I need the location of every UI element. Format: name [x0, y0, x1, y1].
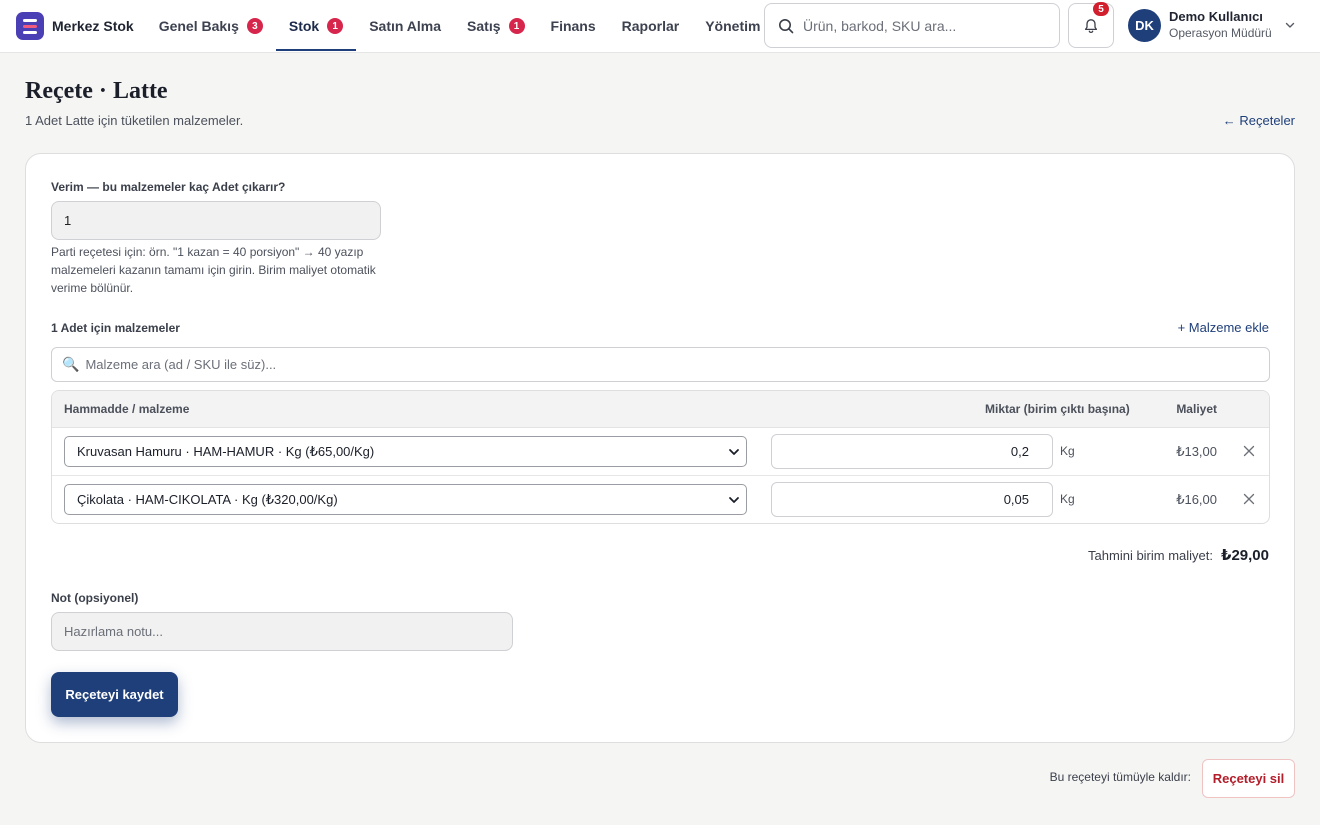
chevron-down-icon — [1285, 22, 1294, 28]
nav-label: Genel Bakış — [158, 18, 239, 34]
save-recipe-button[interactable]: Reçeteyi kaydet — [51, 672, 178, 717]
material-select-value: Kruvasan Hamuru · HAM-HAMUR · Kg (₺65,00… — [77, 443, 375, 459]
close-icon — [1243, 445, 1255, 457]
nav-label: Stok — [288, 18, 320, 34]
search-icon — [779, 18, 794, 33]
table-row: Çikolata · HAM-CIKOLATA · Kg (₺320,00/Kg… — [52, 476, 1269, 523]
remove-row-button[interactable] — [1239, 441, 1259, 461]
ingredients-label: 1 Adet için malzemeler — [51, 321, 180, 335]
chevron-down-icon — [729, 449, 739, 455]
nav-item-raporlar[interactable]: Raporlar — [609, 0, 693, 53]
app-logo-icon — [16, 12, 44, 40]
material-select[interactable]: Çikolata · HAM-CIKOLATA · Kg (₺320,00/Kg… — [64, 484, 747, 515]
nav-item-stok[interactable]: Stok 1 — [275, 0, 357, 53]
user-menu[interactable]: DK Demo Kullanıcı Operasyon Müdürü — [1128, 8, 1296, 42]
nav-badge: 3 — [246, 18, 263, 34]
material-select-value: Çikolata · HAM-CIKOLATA · Kg (₺320,00/Kg… — [77, 491, 338, 507]
close-icon — [1243, 493, 1255, 505]
yield-input[interactable] — [51, 201, 381, 240]
search-input[interactable] — [803, 17, 1043, 34]
column-header-material: Hammadde / malzeme — [64, 402, 190, 416]
user-role: Operasyon Müdürü — [1169, 26, 1272, 40]
note-input[interactable] — [51, 612, 513, 651]
table-row: Kruvasan Hamuru · HAM-HAMUR · Kg (₺65,00… — [52, 428, 1269, 476]
quantity-input[interactable] — [771, 482, 1053, 517]
total-value: ₺29,00 — [1221, 547, 1269, 564]
nav-label: Yönetim — [705, 18, 761, 34]
nav-label: Satın Alma — [369, 18, 442, 34]
page-title: Reçete · Latte — [25, 78, 168, 104]
unit-label: Kg — [1060, 492, 1075, 506]
delete-recipe-button[interactable]: Reçeteyi sil — [1202, 759, 1295, 798]
app-name: Merkez Stok — [52, 18, 134, 34]
yield-label: Verim — bu malzemeler kaç Adet çıkarır? — [51, 180, 286, 194]
ingredients-table: Hammadde / malzeme Miktar (birim çıktı b… — [51, 390, 1270, 524]
nav-badge: 1 — [327, 18, 344, 34]
line-cost: ₺13,00 — [1176, 444, 1217, 459]
delete-hint: Bu reçeteyi tümüyle kaldır: — [1049, 770, 1191, 784]
add-ingredient-link[interactable]: + Malzeme ekle — [1178, 320, 1269, 335]
page-subtitle: 1 Adet Latte için tüketilen malzemeler. — [25, 113, 244, 128]
quantity-input[interactable] — [771, 434, 1053, 469]
column-header-cost: Maliyet — [1176, 402, 1217, 416]
avatar: DK — [1128, 8, 1161, 42]
nav-label: Finans — [550, 18, 596, 34]
material-select[interactable]: Kruvasan Hamuru · HAM-HAMUR · Kg (₺65,00… — [64, 436, 747, 467]
column-header-quantity: Miktar (birim çıktı başına) — [985, 402, 1130, 416]
nav-item-satis[interactable]: Satış 1 — [454, 0, 537, 53]
user-name: Demo Kullanıcı — [1169, 9, 1263, 24]
nav-label: Satış — [467, 18, 501, 34]
nav-item-finans[interactable]: Finans — [538, 0, 609, 53]
note-label: Not (opsiyonel) — [51, 591, 139, 605]
bell-icon — [1084, 18, 1098, 33]
unit-label: Kg — [1060, 444, 1075, 458]
nav-item-genel-bakis[interactable]: Genel Bakış 3 — [146, 0, 276, 53]
notifications-button[interactable]: 5 — [1068, 2, 1114, 48]
remove-row-button[interactable] — [1239, 489, 1259, 509]
main-nav: Genel Bakış 3 Stok 1 Satın Alma Satış 1 Fin… — [146, 0, 798, 53]
nav-item-satin-alma[interactable]: Satın Alma — [356, 0, 454, 53]
back-to-recipes-link[interactable]: ← Reçeteler — [1223, 113, 1295, 128]
brand[interactable]: Merkez Stok — [16, 12, 134, 40]
line-cost: ₺16,00 — [1176, 492, 1217, 507]
yield-help-text: Parti reçetesi için: örn. "1 kazan = 40 … — [51, 245, 376, 295]
ingredient-filter: 🔍 — [51, 347, 1270, 382]
total-label: Tahmini birim maliyet: — [1088, 548, 1214, 563]
nav-label: Raporlar — [621, 18, 680, 34]
recipe-form-card: Verim — bu malzemeler kaç Adet çıkarır? … — [25, 153, 1295, 743]
ingredient-filter-input[interactable] — [85, 357, 1236, 372]
table-header: Hammadde / malzeme Miktar (birim çıktı b… — [52, 391, 1269, 428]
notification-count-badge: 5 — [1093, 2, 1109, 16]
global-search — [764, 3, 1060, 48]
chevron-down-icon — [729, 497, 739, 503]
estimated-unit-cost: Tahmini birim maliyet: ₺29,00 — [1088, 546, 1269, 564]
magnifier-icon: 🔍 — [62, 356, 80, 372]
nav-badge: 1 — [508, 18, 525, 34]
top-navbar: Merkez Stok Genel Bakış 3 Stok 1 Satın Alm… — [0, 0, 1320, 53]
